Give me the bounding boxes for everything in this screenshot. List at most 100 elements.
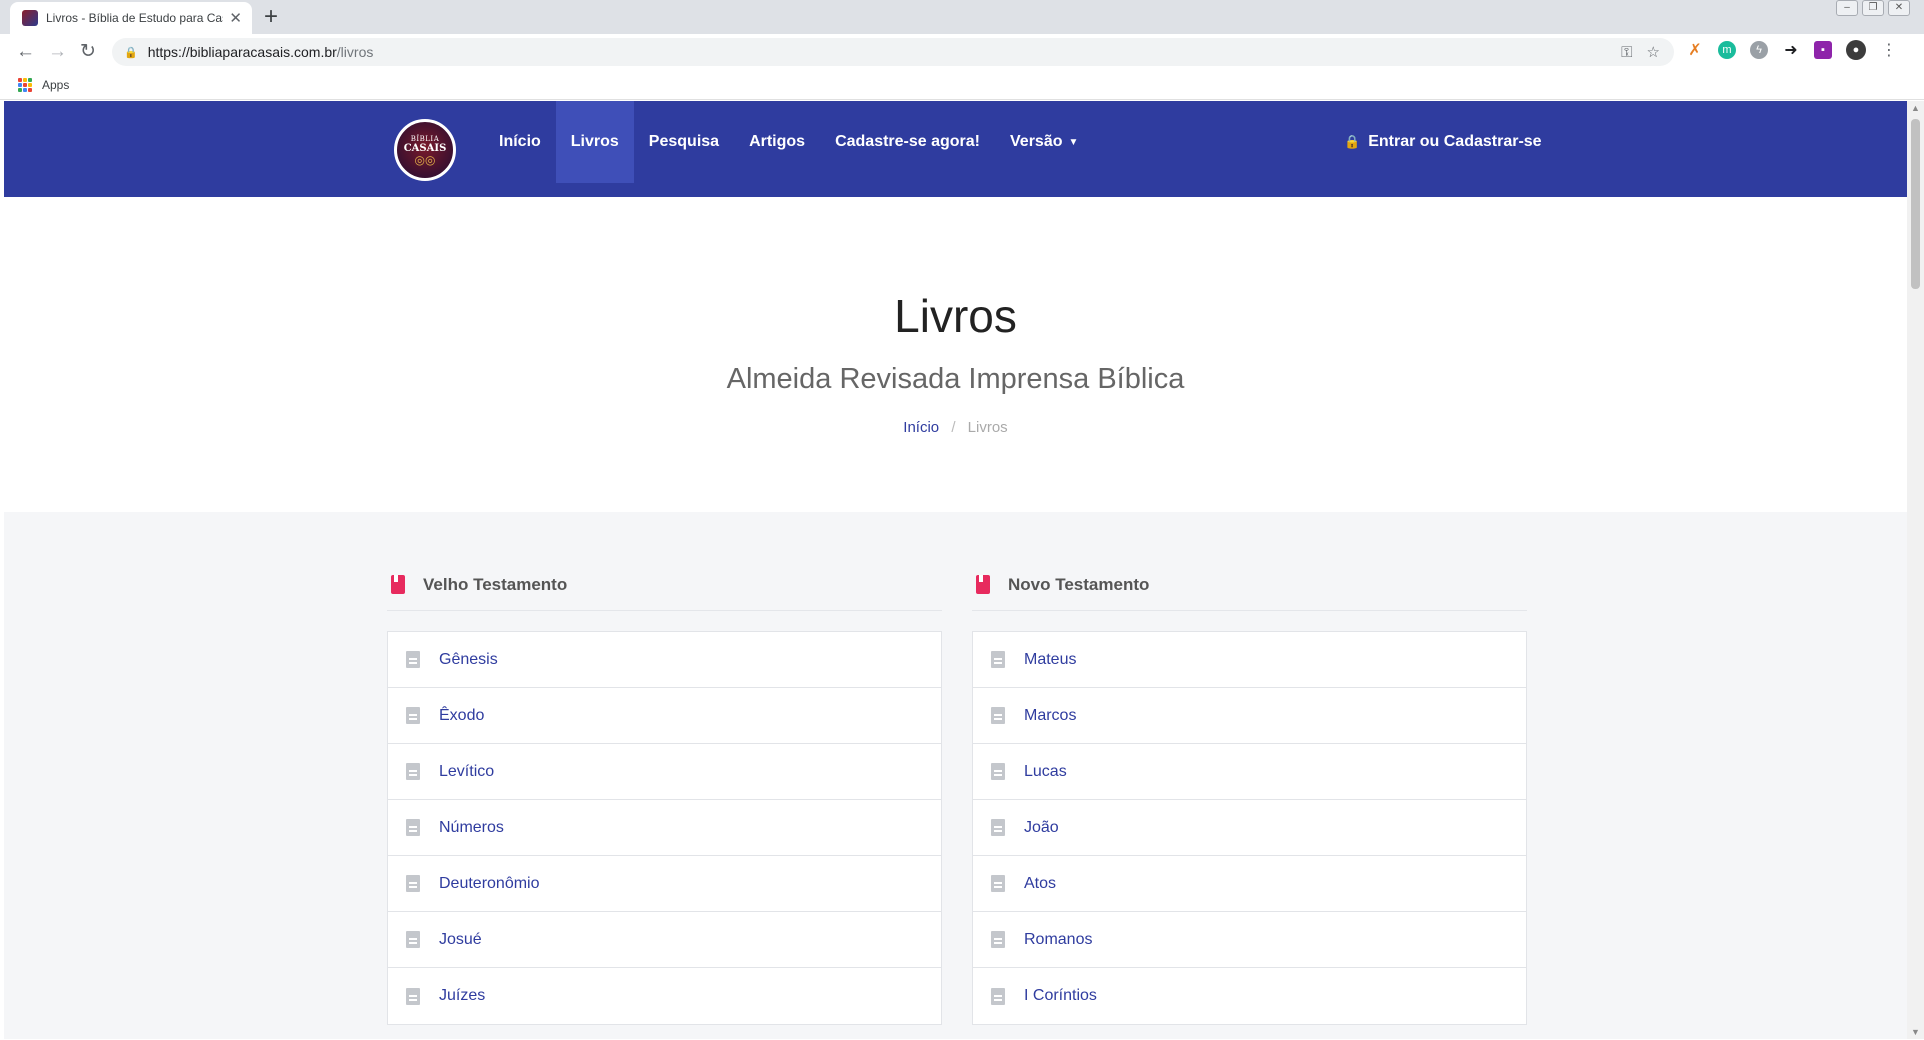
nav-item-pesquisa[interactable]: Pesquisa (634, 101, 734, 183)
nav-item-label: Versão (1010, 133, 1063, 150)
book-name: Marcos (1024, 706, 1077, 724)
nav-item-cadastre[interactable]: Cadastre-se agora! (820, 101, 995, 183)
breadcrumb: Início / Livros (4, 419, 1907, 436)
nav-item-label: Livros (570, 133, 619, 150)
book-link[interactable]: João (973, 800, 1526, 856)
page-header: Livros Almeida Revisada Imprensa Bíblica… (4, 197, 1907, 512)
logo-text-line2: CASAIS (403, 142, 447, 154)
apps-grid-icon[interactable] (18, 78, 32, 92)
menu-dots-icon[interactable]: ⋮ (1880, 41, 1898, 59)
browser-tab[interactable]: Livros - Bíblia de Estudo para Casais ✕ (10, 2, 252, 34)
section-header: Novo Testamento (972, 559, 1527, 611)
page-subtitle: Almeida Revisada Imprensa Bíblica (726, 363, 1185, 395)
extension-m-icon[interactable]: m (1718, 41, 1736, 59)
reload-icon[interactable]: ↻ (80, 40, 96, 64)
logo-text-line1: BÍBLIA (410, 134, 440, 143)
extension-arrow-icon[interactable]: ➜ (1782, 41, 1800, 59)
book-name: I Coríntios (1024, 987, 1097, 1004)
book-link[interactable]: Marcos (973, 688, 1526, 744)
book-link[interactable]: Lucas (973, 744, 1526, 800)
extension-bolt-icon[interactable]: ϟ (1750, 41, 1768, 59)
document-icon (406, 707, 420, 724)
window-controls: – ❐ ✕ (1836, 0, 1910, 16)
book-name: Josué (439, 930, 482, 948)
document-icon (406, 875, 420, 892)
back-arrow-icon[interactable]: ← (16, 40, 35, 64)
site-navbar: BÍBLIA CASAIS ◎◎ Início Livros Pesquisa … (4, 101, 1907, 197)
book-link[interactable]: Josué (388, 912, 941, 968)
book-name: Lucas (1024, 762, 1067, 780)
site-logo[interactable]: BÍBLIA CASAIS ◎◎ (394, 119, 456, 181)
book-link[interactable]: Números (388, 800, 941, 856)
scroll-up-arrow-icon[interactable]: ▲ (1911, 103, 1920, 113)
page-title: Livros (894, 290, 1017, 342)
window-close-icon[interactable]: ✕ (1888, 0, 1910, 16)
book-link[interactable]: Gênesis (388, 632, 941, 688)
book-link[interactable]: Deuteronômio (388, 856, 941, 912)
breadcrumb-separator: / (951, 419, 956, 436)
extension-purple-icon[interactable]: ▪ (1814, 41, 1832, 59)
book-list: Mateus Marcos Lucas João Atos Romanos I … (972, 631, 1527, 1025)
document-icon (991, 763, 1005, 780)
book-link[interactable]: Atos (973, 856, 1526, 912)
book-link[interactable]: Levítico (388, 744, 941, 800)
bookmark-star-icon[interactable]: ☆ (1647, 43, 1660, 61)
url-host: https://bibliaparacasais.com.br (147, 44, 337, 60)
minimize-icon[interactable]: – (1836, 0, 1858, 16)
lock-icon: 🔒 (124, 46, 138, 59)
main-menu: Início Livros Pesquisa Artigos Cadastre-… (484, 101, 1093, 183)
caret-down-icon: ▼ (1068, 136, 1079, 148)
section-header: Velho Testamento (387, 559, 942, 611)
page-scrollbar[interactable]: ▲ ▼ (1907, 101, 1924, 1039)
nav-item-inicio[interactable]: Início (484, 101, 556, 183)
login-label: Entrar ou Cadastrar-se (1368, 133, 1542, 150)
apps-bookmark[interactable]: Apps (42, 78, 69, 92)
address-bar[interactable]: 🔒 https://bibliaparacasais.com.br /livro… (112, 38, 1674, 66)
rings-icon: ◎◎ (414, 152, 436, 167)
new-tab-icon[interactable]: + (264, 3, 278, 31)
bookmarks-bar: Apps (0, 70, 1924, 100)
document-icon (406, 819, 420, 836)
book-link[interactable]: Juízes (388, 968, 941, 1024)
close-icon[interactable]: ✕ (229, 9, 242, 27)
profile-avatar[interactable]: ● (1846, 40, 1866, 60)
nav-item-livros[interactable]: Livros (555, 101, 634, 183)
document-icon (406, 931, 420, 948)
nav-item-artigos[interactable]: Artigos (734, 101, 820, 183)
key-icon[interactable]: ⚿ (1621, 44, 1632, 61)
book-link[interactable]: Romanos (973, 912, 1526, 968)
site-favicon-icon (22, 10, 38, 26)
restore-icon[interactable]: ❐ (1862, 0, 1884, 16)
document-icon (406, 987, 420, 1005)
extension-icons: ✗ m ϟ ➜ ▪ ● ⋮ (1686, 40, 1898, 60)
nav-item-versao-dropdown[interactable]: Versão ▼ (995, 101, 1093, 183)
book-link[interactable]: Êxodo (388, 688, 941, 744)
book-link[interactable]: I Coríntios (973, 968, 1526, 1024)
breadcrumb-current: Livros (967, 419, 1008, 436)
book-name: Juízes (439, 987, 486, 1004)
book-name: Deuteronômio (439, 874, 540, 892)
url-path: /livros (336, 44, 374, 60)
book-name: Levítico (439, 762, 495, 780)
forward-arrow-icon[interactable]: → (48, 40, 67, 64)
scroll-down-arrow-icon[interactable]: ▼ (1911, 1027, 1920, 1037)
scrollbar-thumb[interactable] (1911, 119, 1920, 289)
document-icon (406, 763, 420, 780)
book-link[interactable]: Mateus (973, 632, 1526, 688)
book-name: Romanos (1024, 930, 1093, 948)
breadcrumb-home-link[interactable]: Início (903, 419, 939, 436)
book-name: João (1024, 818, 1059, 836)
book-name: Números (439, 818, 504, 836)
document-icon (991, 707, 1005, 724)
browser-tabstrip: Livros - Bíblia de Estudo para Casais ✕ … (0, 0, 1924, 34)
document-icon (991, 819, 1005, 836)
book-list: Gênesis Êxodo Levítico Números Deuteronô… (387, 631, 942, 1025)
login-link[interactable]: 🔒 Entrar ou Cadastrar-se (1344, 101, 1542, 183)
page-viewport: BÍBLIA CASAIS ◎◎ Início Livros Pesquisa … (4, 101, 1907, 1039)
document-icon (991, 931, 1005, 948)
extension-pin-icon[interactable]: ✗ (1686, 41, 1704, 59)
nav-item-label: Início (499, 133, 541, 150)
padlock-icon: 🔒 (1344, 134, 1361, 149)
nav-item-label: Artigos (749, 133, 806, 150)
bookmark-book-icon (391, 575, 405, 594)
